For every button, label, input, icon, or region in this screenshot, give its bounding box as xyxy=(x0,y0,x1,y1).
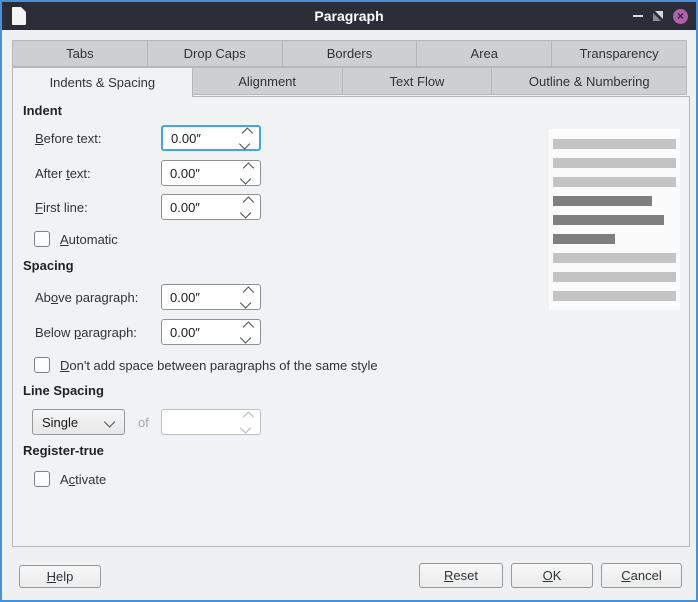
titlebar[interactable]: Paragraph × xyxy=(2,2,696,30)
above-paragraph-label: Above paragraph: xyxy=(35,290,138,305)
tab-borders[interactable]: Borders xyxy=(282,40,418,67)
spin-down-icon[interactable] xyxy=(240,332,251,343)
above-paragraph-input[interactable]: 0.00″ xyxy=(161,284,261,310)
spin-up-icon[interactable] xyxy=(243,321,254,332)
tab-tabs[interactable]: Tabs xyxy=(12,40,148,67)
indent-section-header: Indent xyxy=(23,103,62,118)
preview-bar xyxy=(553,215,664,225)
spin-up-icon[interactable] xyxy=(243,196,254,207)
tab-drop-caps[interactable]: Drop Caps xyxy=(147,40,283,67)
tab-area[interactable]: Area xyxy=(416,40,552,67)
register-true-section-header: Register-true xyxy=(23,443,104,458)
minimize-icon[interactable] xyxy=(633,15,643,17)
cancel-button[interactable]: Cancel xyxy=(601,563,682,588)
below-paragraph-label: Below paragraph: xyxy=(35,325,137,340)
tab-alignment[interactable]: Alignment xyxy=(192,67,343,95)
first-line-input[interactable]: 0.00″ xyxy=(161,194,261,220)
tab-transparency[interactable]: Transparency xyxy=(551,40,687,67)
tab-text-flow[interactable]: Text Flow xyxy=(342,67,493,95)
close-icon[interactable]: × xyxy=(673,9,688,24)
ok-button[interactable]: OK xyxy=(511,563,593,588)
automatic-checkbox-row: Automatic xyxy=(34,231,118,247)
line-spacing-value-input xyxy=(161,409,261,435)
tab-strip-primary: Indents & Spacing Alignment Text Flow Ou… xyxy=(12,67,686,97)
after-text-label: After text: xyxy=(35,166,91,181)
before-text-label: Before text: xyxy=(35,131,101,146)
activate-checkbox-row: Activate xyxy=(34,471,106,487)
preview-bar xyxy=(553,139,676,149)
preview-bar xyxy=(553,177,676,187)
spin-down-icon[interactable] xyxy=(240,297,251,308)
paragraph-dialog: Paragraph × Tabs Drop Caps Borders Area … xyxy=(0,0,698,602)
automatic-checkbox[interactable] xyxy=(34,231,50,247)
spin-up-icon[interactable] xyxy=(243,286,254,297)
preview-bar xyxy=(553,234,615,244)
activate-checkbox[interactable] xyxy=(34,471,50,487)
line-spacing-select[interactable]: Single xyxy=(32,409,125,435)
line-spacing-section-header: Line Spacing xyxy=(23,383,104,398)
dont-add-space-checkbox-row: Don't add space between paragraphs of th… xyxy=(34,357,378,373)
first-line-label: First line: xyxy=(35,200,88,215)
indents-spacing-page: Indent Before text: 0.00″ After text: 0.… xyxy=(12,96,690,547)
spin-up-icon[interactable] xyxy=(243,162,254,173)
of-label: of xyxy=(138,415,149,430)
spin-down-icon[interactable] xyxy=(240,173,251,184)
tab-outline-numbering[interactable]: Outline & Numbering xyxy=(491,67,687,95)
tab-strip-secondary: Tabs Drop Caps Borders Area Transparency xyxy=(12,40,686,67)
spin-down-icon[interactable] xyxy=(239,138,250,149)
help-button[interactable]: Help xyxy=(19,565,101,588)
paragraph-preview-area xyxy=(549,129,680,310)
preview-bar xyxy=(553,253,676,263)
tab-indents-spacing[interactable]: Indents & Spacing xyxy=(12,67,193,97)
preview-bar xyxy=(553,196,652,206)
preview-bar xyxy=(553,158,676,168)
spacing-section-header: Spacing xyxy=(23,258,74,273)
spin-up-icon xyxy=(243,411,254,422)
restore-icon[interactable] xyxy=(652,10,664,22)
preview-bar xyxy=(553,291,676,301)
dont-add-space-checkbox[interactable] xyxy=(34,357,50,373)
spin-down-icon xyxy=(240,422,251,433)
dont-add-space-label: Don't add space between paragraphs of th… xyxy=(60,358,378,373)
spin-up-icon[interactable] xyxy=(242,127,253,138)
activate-label: Activate xyxy=(60,472,106,487)
after-text-input[interactable]: 0.00″ xyxy=(161,160,261,186)
document-icon xyxy=(12,7,26,25)
preview-bar xyxy=(553,272,676,282)
spin-down-icon[interactable] xyxy=(240,207,251,218)
below-paragraph-input[interactable]: 0.00″ xyxy=(161,319,261,345)
window-title: Paragraph xyxy=(2,8,696,24)
reset-button[interactable]: Reset xyxy=(419,563,503,588)
before-text-input[interactable]: 0.00″ xyxy=(161,125,261,151)
automatic-label: Automatic xyxy=(60,232,118,247)
